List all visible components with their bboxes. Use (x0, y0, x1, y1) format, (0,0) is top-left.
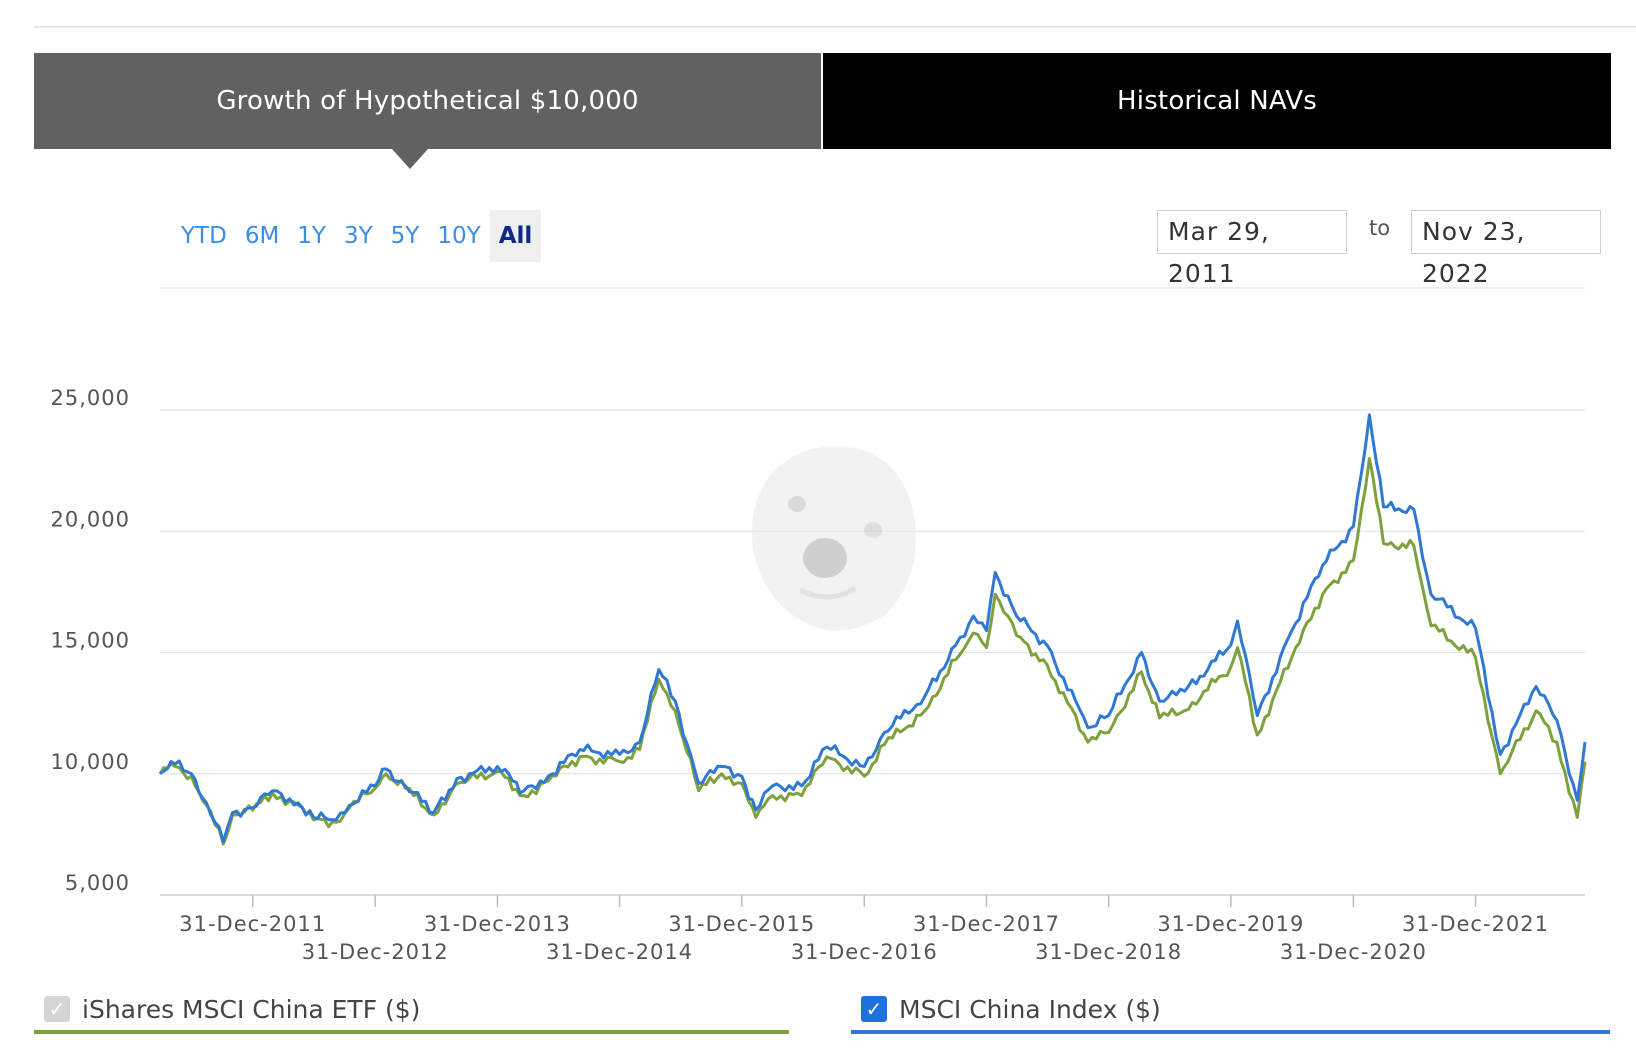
legend-index-label: MSCI China Index ($) (899, 994, 1161, 1024)
x-tick-label-2015-12-31: 31-Dec-2015 (668, 912, 815, 936)
x-tick-label-2013-12-31: 31-Dec-2013 (424, 912, 571, 936)
top-divider (34, 26, 1636, 28)
x-tick-label-2017-12-31: 31-Dec-2017 (913, 912, 1060, 936)
range-button-6m[interactable]: 6M (236, 210, 288, 262)
date-to-input[interactable]: Nov 23, 2022 (1411, 210, 1601, 288)
tab-historical-navs[interactable]: Historical NAVs (821, 53, 1611, 149)
x-tick-label-2014-12-31: 31-Dec-2014 (546, 940, 693, 960)
x-tick-label-2018-12-31: 31-Dec-2018 (1035, 940, 1182, 960)
range-buttons: YTD 6M 1Y 3Y 5Y 10Y All (172, 210, 542, 262)
x-tick-label-2012-12-31: 31-Dec-2012 (302, 940, 449, 960)
x-tick-label-2020-12-31: 31-Dec-2020 (1280, 940, 1427, 960)
range-button-ytd[interactable]: YTD (172, 210, 236, 262)
legend-msci-china-index[interactable]: ✓ MSCI China Index ($) (851, 988, 1610, 1034)
x-tick-label-2011-12-31: 31-Dec-2011 (179, 912, 326, 936)
y-tick-label-15000: 15,000 (51, 629, 130, 653)
range-button-1y[interactable]: 1Y (288, 210, 335, 262)
legend-etf-label: iShares MSCI China ETF ($) (82, 994, 421, 1024)
range-button-all[interactable]: All (489, 210, 542, 262)
range-button-3y[interactable]: 3Y (335, 210, 382, 262)
x-axis-ticks: 31-Dec-2011 31-Dec-2012 31-Dec-2013 31-Dec-… (179, 895, 1549, 960)
y-tick-label-20000: 20,000 (51, 507, 130, 531)
legend-ishares-msci-china-etf[interactable]: ✓ iShares MSCI China ETF ($) (34, 988, 789, 1034)
active-tab-caret-icon (392, 149, 428, 169)
y-axis-tick-labels: 5,000 10,000 15,000 20,000 25,000 (51, 386, 130, 895)
y-tick-label-5000: 5,000 (65, 871, 130, 895)
x-tick-label-2016-12-31: 31-Dec-2016 (791, 940, 938, 960)
y-tick-label-10000: 10,000 (51, 750, 130, 774)
date-from-input[interactable]: Mar 29, 2011 (1157, 210, 1347, 288)
x-tick-label-2019-12-31: 31-Dec-2019 (1157, 912, 1304, 936)
checkbox-checked-icon[interactable]: ✓ (861, 996, 887, 1022)
x-tick-label-2021-12-31: 31-Dec-2021 (1402, 912, 1549, 936)
chart-tabs: Growth of Hypothetical $10,000 Historica… (34, 53, 1611, 149)
tab-growth-of-10000[interactable]: Growth of Hypothetical $10,000 (34, 53, 821, 149)
range-button-5y[interactable]: 5Y (382, 210, 429, 262)
y-tick-label-25000: 25,000 (51, 386, 130, 410)
range-button-10y[interactable]: 10Y (428, 210, 489, 262)
dog-face-watermark-icon (751, 446, 916, 631)
date-range-separator: to (1369, 216, 1391, 240)
checkbox-disabled-icon[interactable]: ✓ (44, 996, 70, 1022)
